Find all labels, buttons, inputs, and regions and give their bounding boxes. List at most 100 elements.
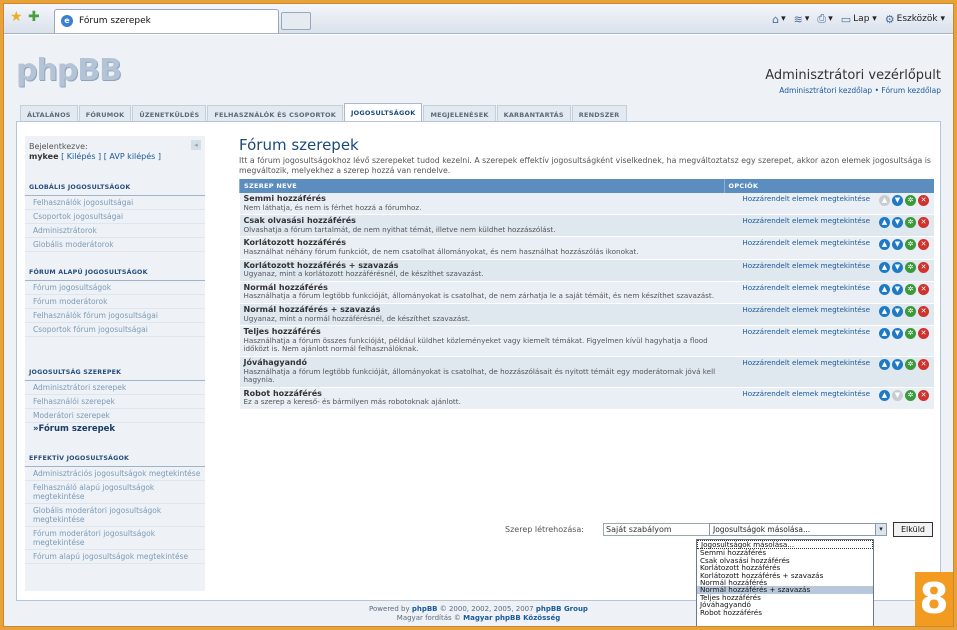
dropdown-option[interactable]: Robot hozzáférés <box>697 608 873 616</box>
view-assigned-link[interactable]: Hozzárendelt elemek megtekintése <box>724 281 874 304</box>
command-home-button[interactable]: ⌂ ▾ <box>772 13 786 26</box>
view-assigned-link[interactable]: Hozzárendelt elemek megtekintése <box>724 356 874 388</box>
settings-icon[interactable]: ✲ <box>905 283 916 295</box>
tab-2[interactable]: ÜZENETKÜLDÉS <box>132 105 207 121</box>
sidebar-item[interactable]: Adminisztrációs jogosultságok megtekinté… <box>25 467 205 481</box>
move-up-icon[interactable]: ▲ <box>879 195 890 206</box>
delete-icon[interactable]: ✕ <box>918 239 929 251</box>
view-assigned-link[interactable]: Hozzárendelt elemek megtekintése <box>724 236 874 260</box>
view-assigned-link[interactable]: Hozzárendelt elemek megtekintése <box>724 214 874 238</box>
delete-icon[interactable]: ✕ <box>918 217 929 229</box>
tab-0[interactable]: ÁLTALÁNOS <box>20 105 78 121</box>
settings-icon[interactable]: ✲ <box>905 389 916 401</box>
avp-logout-link[interactable]: [ AVP kilépés ] <box>104 152 161 161</box>
select-value: Jogosultságok másolása... <box>713 525 811 534</box>
move-down-icon[interactable]: ▼ <box>892 305 903 317</box>
view-assigned-link[interactable]: Hozzárendelt elemek megtekintése <box>724 259 874 282</box>
forum-index-link[interactable]: Fórum kezdőlap <box>881 86 941 95</box>
admin-index-link[interactable]: Adminisztrátori kezdőlap <box>779 86 872 95</box>
phpbb-logo[interactable]: phpBB <box>16 53 122 88</box>
submit-button[interactable]: Elküld <box>893 522 933 537</box>
sidebar-item[interactable]: Fórum moderátorok <box>25 295 205 309</box>
move-up-icon[interactable]: ▲ <box>879 305 890 317</box>
role-row: Korlátozott hozzáférés Használhat néhány … <box>239 236 934 260</box>
favorites-star-icon[interactable]: ★ <box>10 10 23 24</box>
settings-icon[interactable]: ✲ <box>905 195 916 206</box>
delete-icon[interactable]: ✕ <box>918 283 929 295</box>
view-assigned-link[interactable]: Hozzárendelt elemek megtekintése <box>724 325 874 357</box>
sidebar-item[interactable]: Felhasználók jogosultságai <box>25 196 205 210</box>
tab-3[interactable]: FELHASZNÁLÓK ÉS CSOPORTOK <box>207 105 343 121</box>
move-up-icon[interactable]: ▲ <box>879 328 890 340</box>
collapse-sidebar-icon[interactable]: ◂ <box>191 140 201 150</box>
tab-5[interactable]: MEGJELENÉSEK <box>423 105 496 121</box>
settings-icon[interactable]: ✲ <box>905 239 916 251</box>
role-actions: ▲ ▼ ✲ ✕ <box>874 193 934 216</box>
move-up-icon[interactable]: ▲ <box>879 261 890 273</box>
settings-icon[interactable]: ✲ <box>905 217 916 229</box>
delete-icon[interactable]: ✕ <box>918 358 929 370</box>
tab-7[interactable]: RENDSZER <box>571 105 627 121</box>
sidebar-item[interactable]: Fórum alapú jogosultságok megtekintése <box>25 550 205 564</box>
sidebar-item[interactable]: Fórum moderátori jogosultságok megtekint… <box>25 527 205 550</box>
move-up-icon[interactable]: ▲ <box>879 239 890 251</box>
sidebar-item[interactable]: Felhasználói szerepek <box>25 395 205 409</box>
move-down-icon[interactable]: ▼ <box>892 217 903 229</box>
phpbb-group-link[interactable]: phpBB Group <box>536 605 588 613</box>
sidebar-item[interactable]: Csoportok fórum jogosultságai <box>25 323 205 337</box>
add-favorite-icon[interactable]: ✚ <box>28 10 40 24</box>
sidebar-item[interactable]: Moderátori szerepek <box>25 409 205 423</box>
acp-nav-tabs: ÁLTALÁNOS FÓRUMOK ÜZENETKÜLDÉS FELHASZNÁLÓK… <box>20 103 940 121</box>
move-down-icon[interactable]: ▼ <box>892 328 903 340</box>
move-down-icon[interactable]: ▼ <box>892 239 903 251</box>
settings-icon[interactable]: ✲ <box>905 328 916 340</box>
sidebar-item[interactable]: Adminisztrátorok <box>25 224 205 238</box>
delete-icon[interactable]: ✕ <box>918 389 929 401</box>
move-up-icon[interactable]: ▲ <box>879 217 890 229</box>
delete-icon[interactable]: ✕ <box>918 305 929 317</box>
move-down-icon[interactable]: ▼ <box>892 195 903 206</box>
command-tools-button[interactable]: ⚙ Eszközök ▾ <box>885 13 945 26</box>
phpbb-link[interactable]: phpBB <box>412 605 438 613</box>
move-down-icon[interactable]: ▼ <box>892 389 903 401</box>
sidebar-item[interactable]: Csoportok jogosultságai <box>25 210 205 224</box>
move-down-icon[interactable]: ▼ <box>892 283 903 295</box>
delete-icon[interactable]: ✕ <box>918 261 929 273</box>
command-feeds-button[interactable]: ≋ ▾ <box>794 13 810 26</box>
move-up-icon[interactable]: ▲ <box>879 358 890 370</box>
settings-icon[interactable]: ✲ <box>905 305 916 317</box>
settings-icon[interactable]: ✲ <box>905 261 916 273</box>
settings-icon[interactable]: ✲ <box>905 358 916 370</box>
view-assigned-link[interactable]: Hozzárendelt elemek megtekintése <box>724 303 874 327</box>
view-assigned-link[interactable]: Hozzárendelt elemek megtekintése <box>724 193 874 216</box>
role-cell: Csak olvasási hozzáférés Olvashatja a fór… <box>239 214 724 238</box>
chevron-down-icon[interactable]: ▾ <box>875 524 886 535</box>
command-print-button[interactable]: ⎙ ▾ <box>817 12 832 26</box>
move-up-icon[interactable]: ▲ <box>879 283 890 295</box>
view-assigned-link[interactable]: Hozzárendelt elemek megtekintése <box>724 387 874 410</box>
sidebar-item[interactable]: Felhasználó alapú jogosultságok megtekin… <box>25 481 205 504</box>
sidebar-item[interactable]: »Fórum szerepek <box>25 423 205 436</box>
move-up-icon[interactable]: ▲ <box>879 389 890 401</box>
sidebar-item[interactable]: Fórum jogosultságok <box>25 281 205 295</box>
command-page-button[interactable]: ▭ Lap ▾ <box>841 13 877 26</box>
tab-6[interactable]: KARBANTARTÁS <box>496 105 571 121</box>
translation-link[interactable]: Magyar phpBB Közösség <box>463 614 560 622</box>
copy-permissions-select[interactable]: Jogosultságok másolása... ▾ <box>709 523 887 536</box>
role-name-input[interactable]: Saját szabályom <box>603 523 713 536</box>
sidebar-item[interactable]: Felhasználók fórum jogosultságai <box>25 309 205 323</box>
move-down-icon[interactable]: ▼ <box>892 358 903 370</box>
sidebar-item[interactable]: Adminisztrátori szerepek <box>25 381 205 395</box>
sidebar-item[interactable]: Globális moderátori jogosultságok megtek… <box>25 504 205 527</box>
delete-icon[interactable]: ✕ <box>918 195 929 206</box>
move-down-icon[interactable]: ▼ <box>892 261 903 273</box>
browser-tab[interactable]: e Fórum szerepek <box>54 9 279 33</box>
logout-link[interactable]: [ Kilépés ] <box>61 152 101 161</box>
logged-in-label: Bejelentkezve: <box>29 142 88 151</box>
col-options: OPCIÓK <box>723 179 934 193</box>
sidebar-item[interactable]: Globális moderátorok <box>25 238 205 252</box>
tab-4[interactable]: JOGOSULTSÁGOK <box>343 103 423 121</box>
new-tab-button[interactable] <box>281 12 311 30</box>
delete-icon[interactable]: ✕ <box>918 328 929 340</box>
tab-1[interactable]: FÓRUMOK <box>78 105 132 121</box>
